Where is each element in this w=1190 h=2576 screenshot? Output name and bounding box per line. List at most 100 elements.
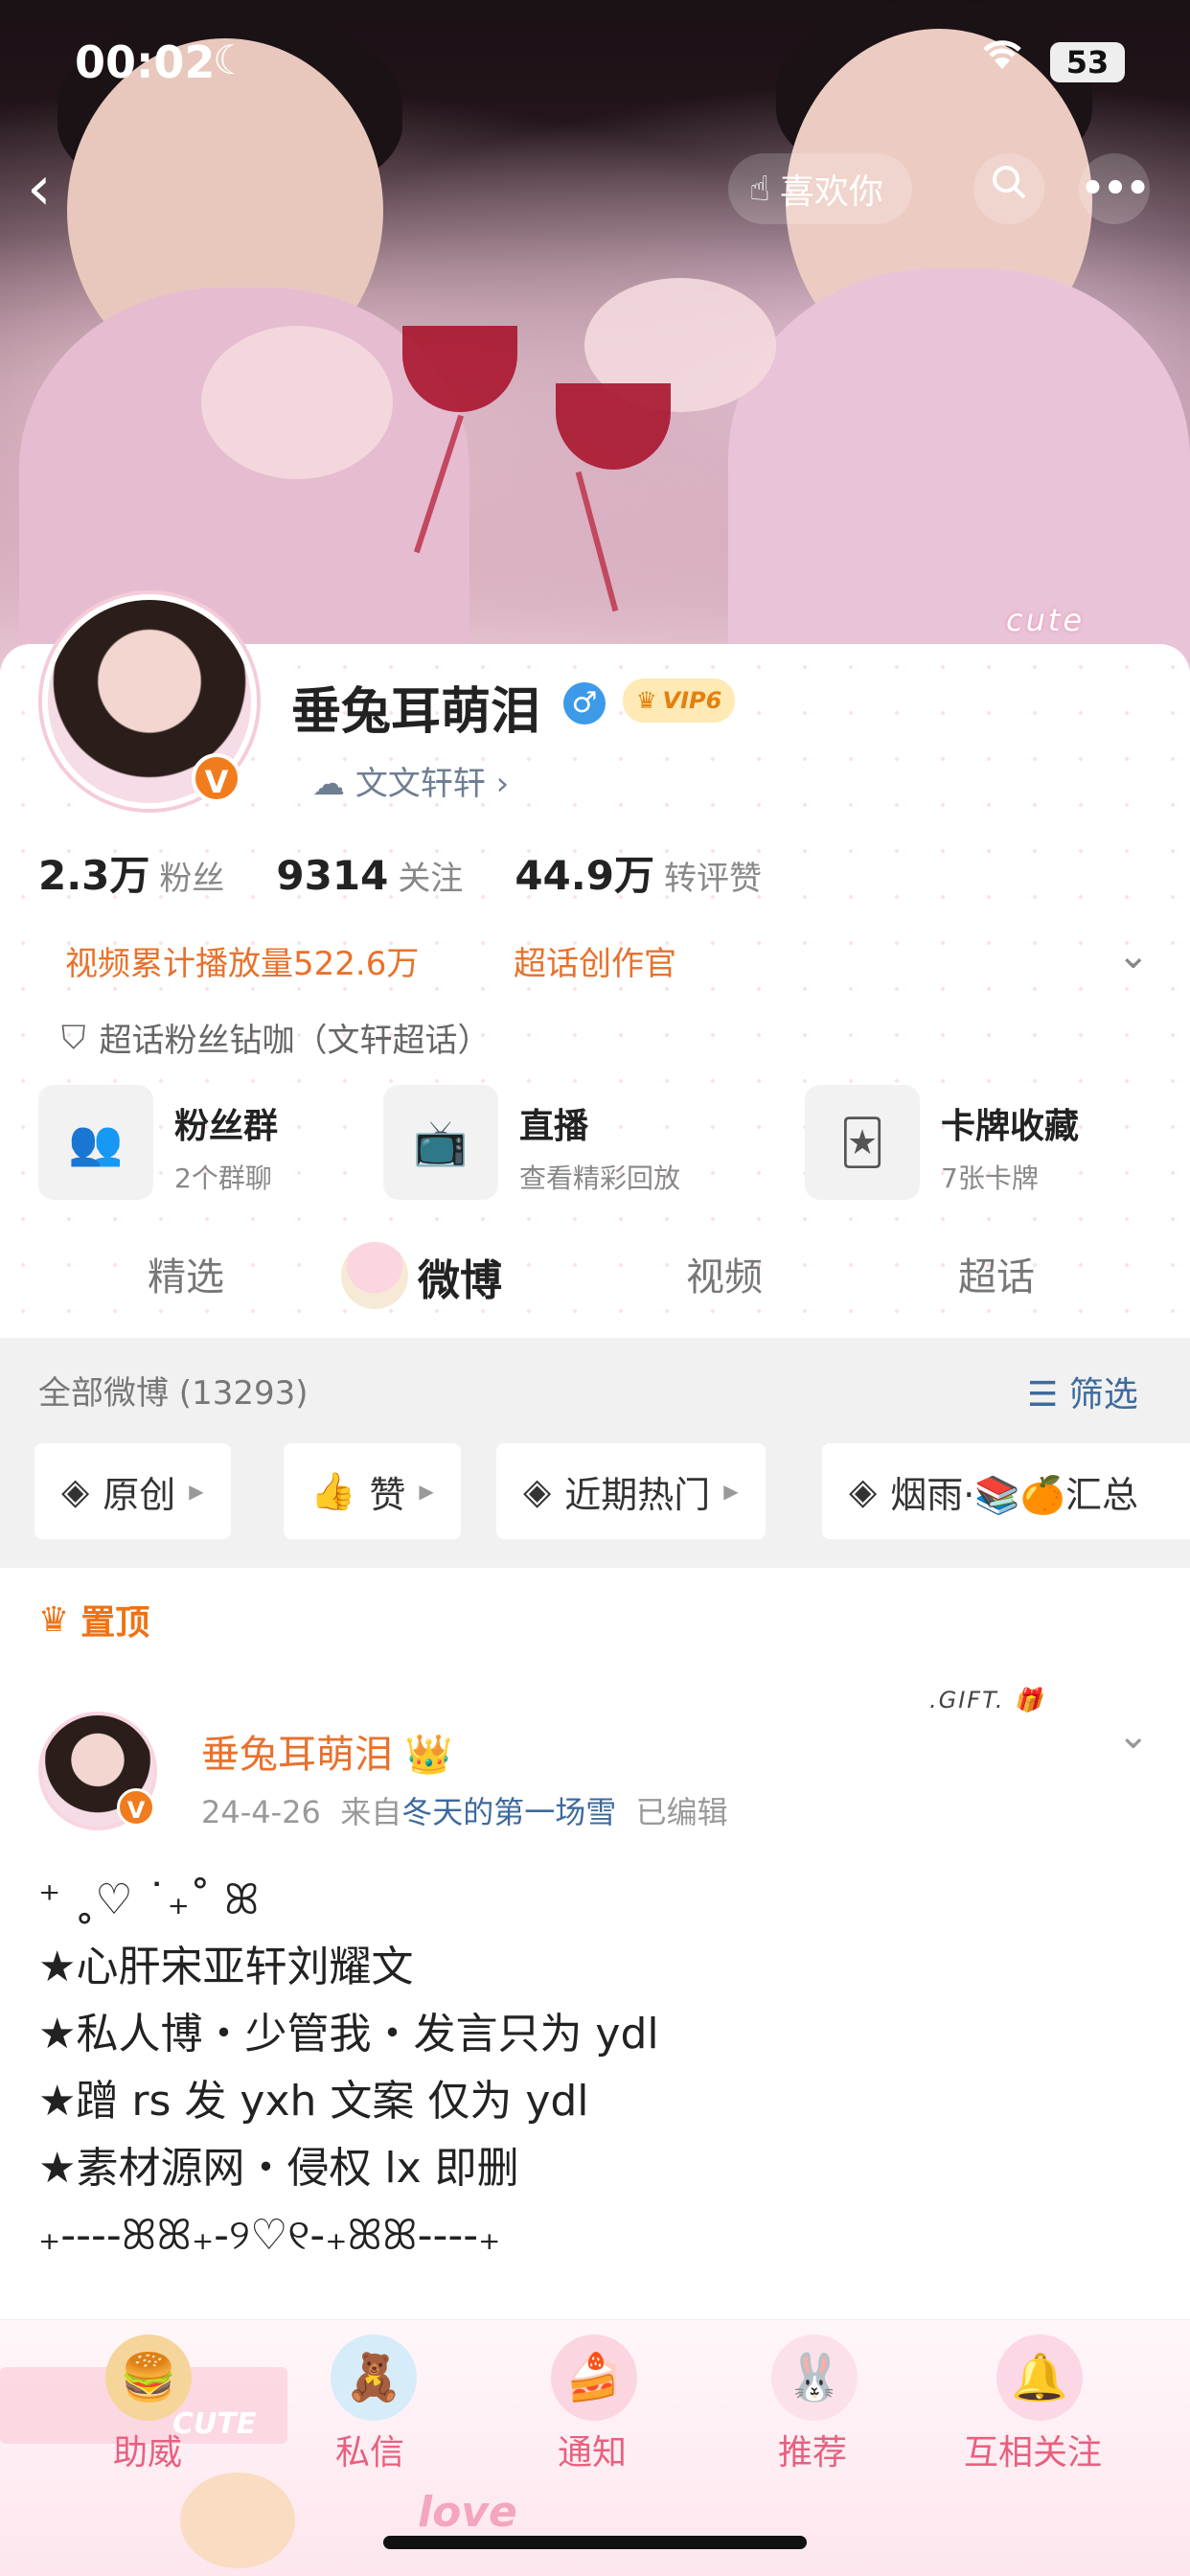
bunny-icon: 🐰 xyxy=(771,2334,858,2421)
chip-trending[interactable]: ◈ 近期热门 ▶ xyxy=(496,1443,766,1539)
stat-interactions-count: 44.9万 xyxy=(515,852,654,899)
super-fan-badge[interactable]: ⛉ 超话粉丝钻咖（文轩超话） xyxy=(61,1014,491,1061)
thumbs-up-icon: 👍 xyxy=(310,1469,356,1512)
pinned-label-row: ♛ 置顶 xyxy=(38,1595,149,1644)
caret-right-icon: ▶ xyxy=(723,1480,739,1503)
cards-title: 卡牌收藏 xyxy=(941,1107,1080,1146)
back-button[interactable]: ‹ xyxy=(27,153,52,224)
tab-weibo[interactable]: 微博 xyxy=(418,1246,502,1307)
bear-icon: 🧸 xyxy=(331,2334,417,2421)
chevron-down-icon[interactable]: ⌄ xyxy=(1117,1714,1150,1758)
pinned-label: 置顶 xyxy=(80,1603,150,1643)
post-author-label: 垂兔耳萌泪 xyxy=(201,1733,393,1777)
verified-icon: V xyxy=(192,753,241,803)
stat-followers-count: 2.3万 xyxy=(38,852,150,899)
super-topic-label: 文文轩轩 › xyxy=(355,765,510,803)
post-meta: 24-4-26 来自冬天的第一场雪 已编辑 xyxy=(201,1788,728,1832)
stat-following[interactable]: 9314 关注 xyxy=(276,852,463,899)
stat-interactions[interactable]: 44.9万 转评赞 xyxy=(515,843,762,902)
nav-cheer[interactable]: 助威 xyxy=(113,2425,182,2474)
chip-original[interactable]: ◈ 原创 ▶ xyxy=(34,1443,231,1539)
status-bar: 00:02 ☾ 53 xyxy=(0,29,1190,105)
stat-following-count: 9314 xyxy=(276,852,389,899)
super-topic-link[interactable]: ☁ 文文轩轩 › xyxy=(312,757,509,804)
chip-liked-label: 赞 xyxy=(369,1473,406,1516)
post-author-name[interactable]: 垂兔耳萌泪 👑 xyxy=(201,1723,453,1779)
filter-icon: ☰ xyxy=(1027,1375,1059,1414)
fan-group-tile[interactable]: 👥 粉丝群 2个群聊 xyxy=(38,1085,278,1200)
profile-name: 垂兔耳萌泪 xyxy=(291,683,541,741)
chip-collection[interactable]: ◈ 烟雨·📚🍊汇总 xyxy=(822,1443,1190,1539)
stat-followers[interactable]: 2.3万 粉丝 xyxy=(38,843,224,902)
love-decor-label: love xyxy=(418,2488,517,2537)
tab-video[interactable]: 视频 xyxy=(686,1246,763,1301)
battery-indicator: 53 xyxy=(1050,42,1125,82)
burger-icon: 🍔 xyxy=(105,2334,192,2421)
profile-stats: 2.3万 粉丝 9314 关注 44.9万 转评赞 xyxy=(38,843,762,902)
layers-icon: ◈ xyxy=(61,1470,90,1512)
all-weibo-count: 全部微博 (13293) xyxy=(38,1374,309,1413)
profile-tabs: 精选 微博 视频 超话 xyxy=(0,1236,1190,1332)
post-line: ★蹭 rs 发 yxh 文案 仅为 ydl xyxy=(38,2077,589,2126)
cute-decor-label: CUTE xyxy=(172,2407,257,2441)
moon-icon: ☾ xyxy=(213,36,249,83)
live-sub: 查看精彩回放 xyxy=(519,1162,681,1194)
chip-original-label: 原创 xyxy=(103,1473,176,1516)
nav-recommend[interactable]: 推荐 xyxy=(778,2425,847,2474)
stat-following-label: 关注 xyxy=(398,860,464,898)
search-button[interactable] xyxy=(973,153,1044,224)
profile-tiles: 👥 粉丝群 2个群聊 📺 直播 查看精彩回放 🃏 卡牌收藏 7张卡牌 xyxy=(38,1085,1169,1209)
banner-figure-right-body xyxy=(728,268,1190,671)
heart-bell-icon: 🔔 xyxy=(996,2334,1083,2421)
live-tile[interactable]: 📺 直播 查看精彩回放 xyxy=(383,1085,680,1200)
layers-icon: ◈ xyxy=(523,1470,552,1512)
filter-label: 筛选 xyxy=(1068,1375,1138,1414)
home-indicator[interactable] xyxy=(383,2536,807,2549)
nav-messages[interactable]: 私信 xyxy=(335,2425,404,2474)
fan-group-sub: 2个群聊 xyxy=(174,1162,272,1194)
wine-glass-right xyxy=(556,383,671,470)
gift-sticker: .GIFT. 🎁 xyxy=(929,1687,1045,1714)
gift-label: .GIFT. xyxy=(929,1687,1005,1714)
more-button[interactable]: ••• xyxy=(1079,153,1150,224)
cake-sticker-icon xyxy=(341,1242,408,1309)
post-edited: 已编辑 xyxy=(635,1794,728,1830)
hand-heart-icon: ☝ xyxy=(749,169,770,209)
super-topic-creator-badge[interactable]: 超话创作官 xyxy=(514,937,676,984)
post-date: 24-4-26 xyxy=(201,1794,321,1830)
vip-badge[interactable]: ♛ VIP6 xyxy=(623,678,736,723)
shield-icon: ⛉ xyxy=(61,1018,86,1057)
post-source[interactable]: 冬天的第一场雪 xyxy=(401,1794,616,1830)
wine-glass-right-stem xyxy=(575,471,619,612)
verified-icon: V xyxy=(117,1788,155,1827)
tab-super-topic[interactable]: 超话 xyxy=(958,1246,1035,1301)
cloud-icon: ☁ xyxy=(312,765,345,803)
nav-mutual-follow[interactable]: 互相关注 xyxy=(964,2425,1102,2474)
video-plays-badge[interactable]: 视频累计播放量522.6万 xyxy=(65,937,419,984)
like-you-label: 喜欢你 xyxy=(779,172,883,212)
nav-notifications[interactable]: 通知 xyxy=(558,2425,627,2474)
stat-followers-label: 粉丝 xyxy=(159,860,225,898)
flowers-left xyxy=(201,326,393,479)
post-line: ★私人博・少管我・发言只为 ydl xyxy=(38,2010,659,2058)
post-line: ⁺ ˳♡ ˙₊˚ ꕤ xyxy=(38,1875,260,1924)
tab-featured[interactable]: 精选 xyxy=(148,1246,224,1301)
chevron-down-icon[interactable]: ⌄ xyxy=(1117,933,1150,978)
search-icon xyxy=(993,166,1026,199)
avatar[interactable]: V xyxy=(42,594,257,809)
chip-collection-label: 烟雨·📚🍊汇总 xyxy=(890,1473,1138,1516)
like-you-button[interactable]: ☝ 喜欢你 xyxy=(728,153,912,224)
cards-tile[interactable]: 🃏 卡牌收藏 7张卡牌 xyxy=(805,1085,1079,1200)
post-line: ★素材源网・侵权 lx 即删 xyxy=(38,2144,519,2193)
post-avatar[interactable]: V xyxy=(38,1712,157,1830)
chip-liked[interactable]: 👍 赞 ▶ xyxy=(284,1443,461,1539)
crown-icon: ♛ xyxy=(38,1599,70,1640)
crown-icon: ♛ xyxy=(636,687,657,714)
chip-trending-label: 近期热门 xyxy=(564,1473,711,1516)
status-time: 00:02 xyxy=(75,36,216,88)
caret-right-icon: ▶ xyxy=(419,1480,434,1503)
filter-button[interactable]: ☰ 筛选 xyxy=(1027,1367,1138,1416)
more-icon: ••• xyxy=(1080,167,1151,211)
cute-sticker: cute xyxy=(1006,602,1086,638)
cake-icon: 🍰 xyxy=(551,2334,637,2421)
